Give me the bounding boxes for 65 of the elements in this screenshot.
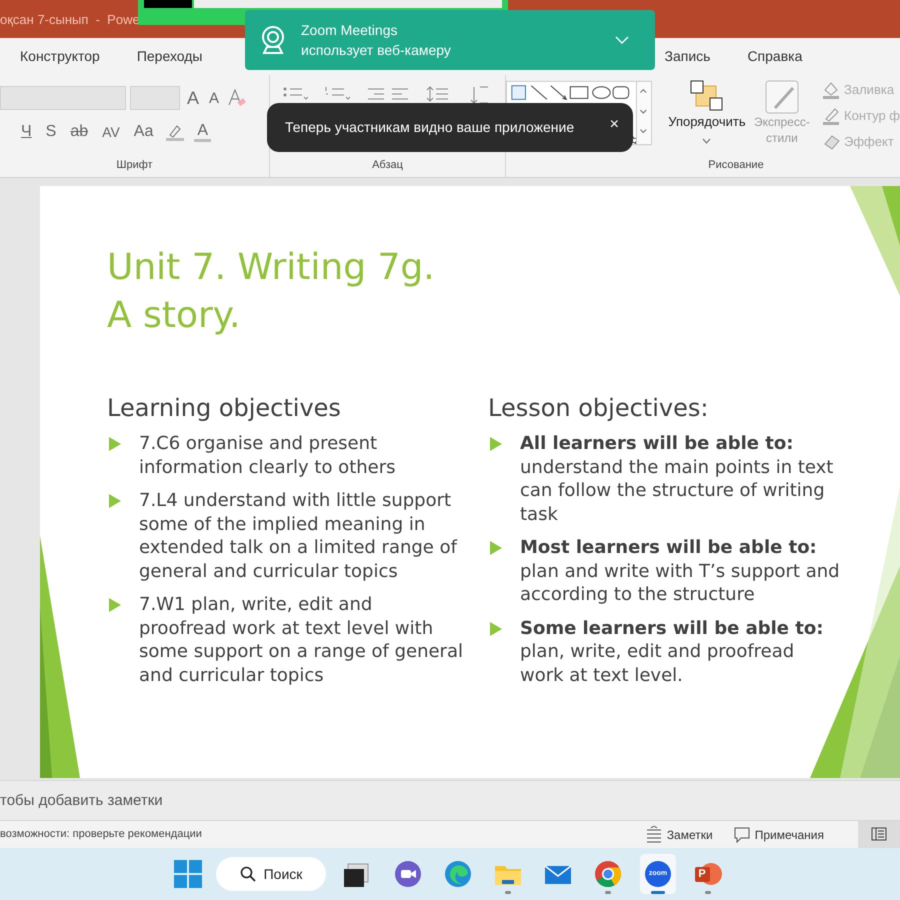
notes-placeholder[interactable]: тобы добавить заметки [0, 792, 163, 809]
arrange-icon [690, 80, 724, 112]
bullet-icon [490, 437, 502, 451]
shadow-button[interactable]: S [42, 124, 60, 140]
bullet-icon [490, 622, 502, 636]
notification-title: Zoom Meetings [301, 21, 398, 40]
caret-icon [702, 138, 712, 144]
slide-title: A story. [107, 294, 242, 338]
bullet-icon [109, 494, 121, 508]
font-name-field[interactable] [0, 86, 126, 110]
search-icon [240, 866, 256, 882]
clear-format-icon[interactable] [226, 88, 246, 108]
bullet-icon [109, 598, 121, 612]
chevron-icon[interactable] [615, 36, 629, 44]
app-label: P [698, 866, 706, 882]
toast-text: Теперь участникам видно ваше приложение [285, 118, 574, 137]
taskbar-app[interactable]: P [690, 854, 726, 894]
notes-icon [644, 826, 663, 844]
decrease-font-button[interactable]: A [206, 90, 222, 106]
bullet-icon [109, 437, 121, 451]
ribbon-tab[interactable]: Запись [664, 46, 710, 67]
outline-icon [822, 106, 840, 126]
column-heading: Learning objectives [107, 393, 342, 424]
start-icon[interactable] [174, 860, 202, 888]
fill-icon [822, 80, 840, 100]
font-size-field[interactable] [130, 86, 180, 110]
browser-icon [444, 860, 472, 888]
browser-icon [594, 860, 622, 888]
close-button[interactable]: × [610, 112, 619, 136]
notes-button[interactable]: Заметки [644, 826, 713, 844]
ribbon-tab[interactable]: Конструктор [20, 46, 100, 67]
increase-font-button[interactable]: A [184, 89, 202, 107]
objective-text: Most learners will be able to: plan and write with T’s support and according to the structure [520, 536, 840, 606]
comments-icon [732, 826, 751, 844]
search-button[interactable]: Поиск [216, 857, 326, 891]
objective-text: 7.L4 understand with little support some of the implied meaning in extended talk on a limited range of general and curricular topics [139, 489, 458, 583]
ribbon-tab[interactable]: Переходы [136, 46, 202, 67]
objective-text: Some learners will be able to: plan, write, edit and proofread work at text level. [520, 616, 824, 687]
status-text: возможности: проверьте рекомендации [0, 827, 202, 842]
font-color-button[interactable]: A [194, 122, 212, 142]
strikethrough-button[interactable]: ab [67, 124, 92, 140]
group-label: Абзац [371, 158, 404, 172]
group-label: Шрифт [115, 158, 154, 172]
objective-text: 7.C6 organise and present information clearly to others [139, 432, 397, 479]
normal-view-icon [871, 827, 887, 842]
case-button[interactable]: Aa [130, 124, 156, 140]
arrange-button[interactable]: Упорядочить [666, 80, 748, 152]
notification-text: использует веб-камеру [301, 41, 451, 60]
comments-button[interactable]: Примечания [732, 826, 824, 844]
bullet-icon [490, 541, 502, 555]
objective-text: All learners will be able to: understand the main points in text can follow the structure of writing task [520, 432, 834, 526]
window-title: оқсан 7-сынып - Powe [0, 11, 140, 29]
normal-view-button[interactable] [858, 821, 900, 848]
slide-title: Unit 7. Writing 7g. [107, 246, 436, 290]
objective-text: 7.W1 plan, write, edit and proofread work at text level with some support on a range of general and curricular topics [139, 593, 464, 687]
underline-button[interactable]: Ч [18, 124, 35, 140]
chat-icon [394, 860, 422, 888]
spacing-button[interactable]: AV [99, 125, 123, 139]
paintbrush-icon [764, 80, 799, 114]
group-label: Рисование [707, 158, 765, 172]
video-app-icon [644, 860, 672, 888]
ribbon-tab[interactable]: Справка [747, 46, 802, 67]
column-heading: Lesson objectives: [488, 393, 710, 424]
presentation-app-icon [694, 860, 722, 888]
webcam-icon [259, 25, 287, 55]
